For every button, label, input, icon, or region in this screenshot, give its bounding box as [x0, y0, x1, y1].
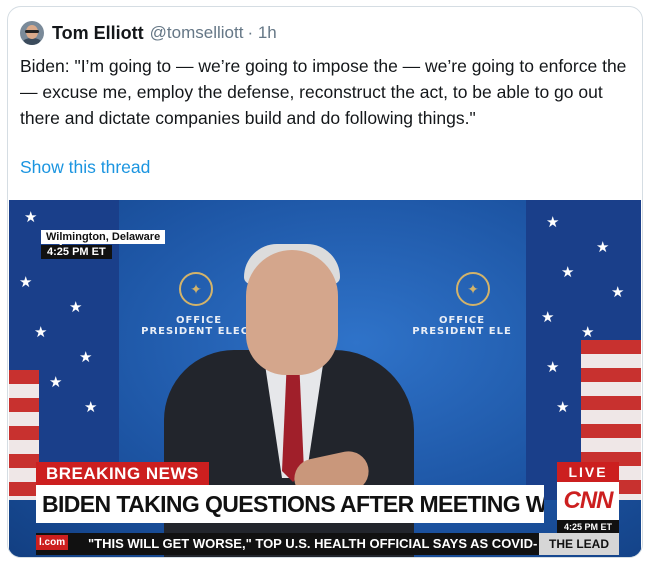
tweet-header: Tom Elliott @tomselliott · 1h	[20, 20, 277, 46]
office-sign-right: OFFICE PRESIDENT ELE	[412, 315, 512, 337]
network-time: 4:25 PM ET	[557, 520, 619, 534]
chyron-headline: BIDEN TAKING QUESTIONS AFTER MEETING WIT…	[36, 485, 544, 523]
seal-icon: ✦	[456, 272, 490, 306]
ticker-show-name: THE LEAD	[539, 533, 619, 555]
live-badge: LIVE	[557, 462, 619, 482]
location-time: 4:25 PM ET	[41, 245, 112, 259]
location-label: Wilmington, Delaware	[41, 230, 166, 244]
ticker-text: "THIS WILL GET WORSE," TOP U.S. HEALTH O…	[88, 536, 538, 551]
tweet-text: Biden: "I’m going to — we’re going to im…	[20, 56, 627, 128]
author-name[interactable]: Tom Elliott	[52, 23, 144, 44]
video-media[interactable]: ★ ★ ★ ★ ★ ★ ★ ★ ★ ★ ★ ★ ★ ★ ★ ★ ✦ OFFICE…	[9, 200, 641, 557]
flag-right: ★ ★ ★ ★ ★ ★ ★ ★	[526, 200, 641, 500]
tweet-timestamp[interactable]: · 1h	[247, 23, 276, 43]
avatar[interactable]	[20, 21, 44, 45]
ticker-tag: l.com	[36, 535, 69, 550]
breaking-news-banner: BREAKING NEWS	[36, 462, 209, 485]
cnn-logo: CNN	[557, 482, 619, 520]
tweet-card[interactable]: Tom Elliott @tomselliott · 1h Biden: "I’…	[7, 6, 643, 558]
show-thread-link[interactable]: Show this thread	[20, 157, 150, 178]
news-ticker: l.com "THIS WILL GET WORSE," TOP U.S. HE…	[36, 533, 619, 555]
author-handle[interactable]: @tomselliott	[150, 23, 244, 43]
